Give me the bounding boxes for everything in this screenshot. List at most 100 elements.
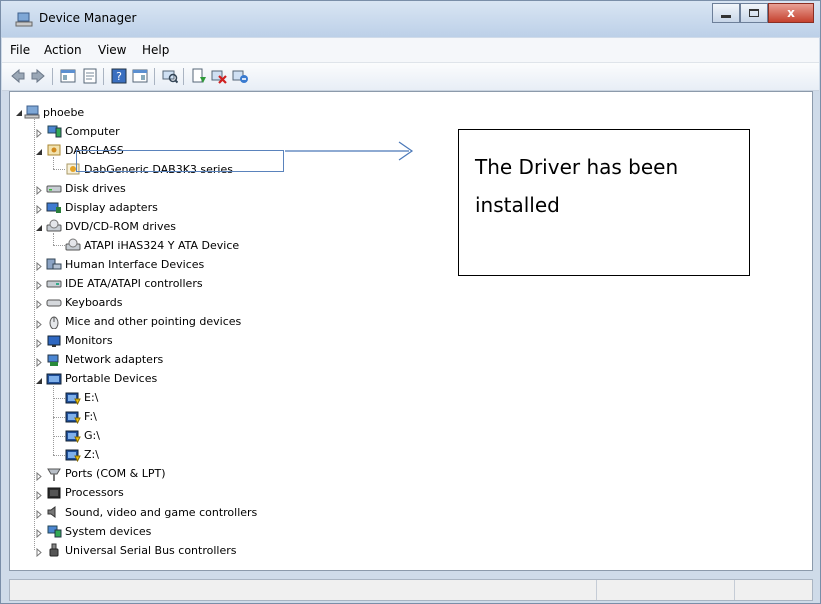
tree-node-mice-and-other-pointing-devices[interactable]: Mice and other pointing devices (46, 314, 241, 330)
callout-box: The Driver has been installed (458, 129, 750, 276)
properties-icon[interactable] (82, 68, 98, 84)
port-icon (46, 467, 62, 481)
child-connector (53, 454, 65, 456)
system-devices-icon (46, 524, 62, 538)
callout-line-1: The Driver has been (475, 155, 679, 179)
monitor-icon (46, 334, 62, 348)
tree-node-network-adapters[interactable]: Network adapters (46, 352, 163, 368)
action-pane-icon[interactable] (132, 68, 148, 84)
collapsed-arrow-icon[interactable] (35, 338, 43, 348)
tree-node-keyboards[interactable]: Keyboards (46, 294, 122, 310)
tree-node-label: Human Interface Devices (65, 257, 205, 271)
back-icon[interactable] (10, 68, 26, 84)
expanded-arrow-icon[interactable] (35, 223, 43, 232)
mouse-icon (46, 315, 62, 329)
toolbar-separator (52, 68, 53, 85)
collapsed-arrow-icon[interactable] (35, 299, 43, 310)
device-icon (65, 238, 81, 252)
tree-node-label: Sound, video and game controllers (65, 505, 258, 519)
tree-node-computer[interactable]: Computer (46, 123, 120, 139)
tree-node-system-devices[interactable]: System devices (46, 523, 151, 539)
tree-node-disk-drives[interactable]: Disk drives (46, 180, 126, 196)
tree-node-label: Disk drives (65, 181, 126, 195)
tree-node-dvd-cd-rom-drives[interactable]: DVD/CD-ROM drives (46, 218, 176, 234)
show-hide-console-tree-icon[interactable] (60, 68, 76, 84)
collapsed-arrow-icon[interactable] (35, 547, 43, 558)
collapsed-arrow-icon[interactable] (35, 128, 43, 139)
tree-node-monitors[interactable]: Monitors (46, 333, 113, 349)
toolbar-separator (154, 68, 155, 85)
tree-child-z[interactable]: Z:\ (65, 447, 99, 463)
menu-file[interactable]: File (10, 43, 30, 57)
tree-child-label: F:\ (84, 410, 97, 424)
menu-action[interactable]: Action (44, 43, 82, 57)
update-driver-icon[interactable] (191, 68, 207, 84)
menu-view[interactable]: View (98, 43, 126, 57)
tree-child-label: E:\ (84, 391, 99, 405)
disable-device-icon[interactable] (211, 68, 227, 84)
tree-node-universal-serial-bus-controllers[interactable]: Universal Serial Bus controllers (46, 542, 236, 558)
collapsed-arrow-icon[interactable] (35, 509, 43, 520)
minimize-button[interactable] (712, 3, 740, 23)
collapsed-arrow-icon[interactable] (35, 319, 43, 329)
tree-root[interactable]: phoebe (24, 104, 84, 120)
tree-node-portable-devices[interactable]: Portable Devices (46, 371, 157, 387)
status-panel (734, 580, 735, 600)
collapsed-arrow-icon[interactable] (35, 490, 43, 501)
window-controls: x (712, 3, 814, 25)
tree-guide-line (34, 119, 35, 551)
help-icon[interactable]: ? (111, 68, 127, 84)
svg-text:?: ? (116, 70, 122, 83)
tree-child-e[interactable]: E:\ (65, 390, 98, 406)
network-adapter-icon (46, 353, 62, 367)
usb-icon (46, 543, 62, 557)
tree-child-atapi-ihas324-y-ata-device[interactable]: ATAPI iHAS324 Y ATA Device (65, 237, 239, 253)
child-connector (53, 416, 65, 418)
tree-node-label: Universal Serial Bus controllers (65, 543, 237, 557)
scan-hardware-icon[interactable] (162, 68, 178, 84)
menu-help[interactable]: Help (142, 43, 169, 57)
tree-node-label: Ports (COM & LPT) (65, 467, 166, 481)
tree-node-processors[interactable]: Processors (46, 485, 124, 501)
device-icon (65, 429, 81, 443)
child-connector (53, 245, 65, 247)
tree-node-ide-ata-atapi-controllers[interactable]: IDE ATA/ATAPI controllers (46, 275, 203, 291)
collapsed-arrow-icon[interactable] (35, 471, 43, 481)
computer-host-icon (24, 105, 40, 119)
uninstall-device-icon[interactable] (232, 68, 248, 84)
tree-child-g[interactable]: G:\ (65, 428, 100, 444)
expanded-arrow-icon[interactable] (15, 109, 23, 118)
child-connector (53, 435, 65, 437)
collapsed-arrow-icon[interactable] (35, 204, 43, 215)
expanded-arrow-icon[interactable] (35, 147, 43, 156)
tree-child-f[interactable]: F:\ (65, 409, 97, 425)
sound-icon (46, 505, 62, 519)
device-icon (65, 410, 81, 424)
collapsed-arrow-icon[interactable] (35, 261, 43, 272)
tree-child-label: ATAPI iHAS324 Y ATA Device (84, 238, 240, 252)
tree-node-label: Portable Devices (65, 372, 158, 386)
tree-node-sound-video-and-game-controllers[interactable]: Sound, video and game controllers (46, 504, 257, 520)
portable-device-icon (46, 372, 62, 386)
forward-icon[interactable] (30, 68, 46, 84)
title-bar[interactable]: Device Manager x (1, 1, 820, 37)
expanded-arrow-icon[interactable] (35, 376, 43, 385)
window-title: Device Manager (39, 11, 137, 25)
close-icon: x (787, 6, 795, 20)
child-guide-line (53, 385, 54, 455)
callout-arrow-icon (285, 141, 414, 161)
tree-node-ports-com-lpt[interactable]: Ports (COM & LPT) (46, 466, 166, 482)
collapsed-arrow-icon[interactable] (35, 357, 43, 367)
collapsed-arrow-icon[interactable] (35, 185, 43, 196)
tree-node-display-adapters[interactable]: Display adapters (46, 199, 158, 215)
tree-node-label: System devices (65, 524, 152, 538)
collapsed-arrow-icon[interactable] (35, 528, 43, 539)
collapsed-arrow-icon[interactable] (35, 280, 43, 291)
child-guide-line (53, 233, 54, 246)
tree-node-human-interface-devices[interactable]: Human Interface Devices (46, 256, 204, 272)
toolbar-separator (103, 68, 104, 85)
maximize-button[interactable] (740, 3, 768, 23)
close-button[interactable]: x (768, 3, 814, 23)
tree-node-label: IDE ATA/ATAPI controllers (65, 276, 203, 290)
child-connector (53, 169, 65, 171)
